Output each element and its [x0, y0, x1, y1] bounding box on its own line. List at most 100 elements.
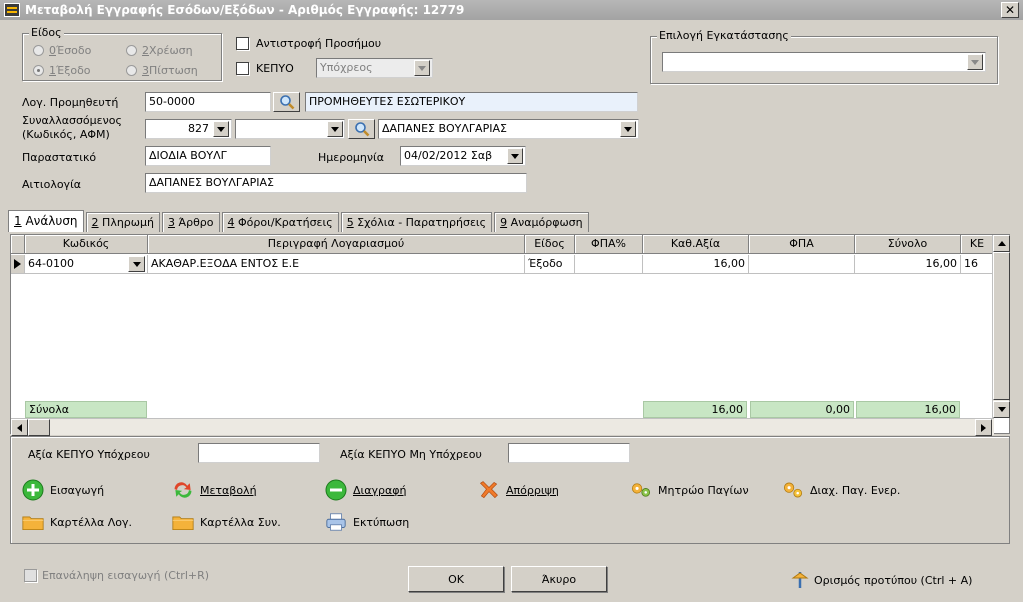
table-row-fpa[interactable]: [749, 255, 855, 274]
scroll-right-icon[interactable]: [975, 419, 992, 436]
parastatiko-label: Παραστατικό: [22, 151, 97, 164]
col-header-synolo[interactable]: Σύνολο: [855, 235, 961, 254]
account-ledger-button[interactable]: Καρτέλλα Λογ.: [22, 511, 132, 533]
vertical-scrollbar[interactable]: [992, 235, 1010, 418]
gears-icon: [782, 479, 804, 501]
tab-arthro[interactable]: 3 Άρθρο: [161, 212, 220, 232]
table-row-ke[interactable]: 16: [961, 255, 994, 274]
chevron-down-icon[interactable]: [507, 148, 523, 164]
log-prom-code-input[interactable]: 50-0000: [145, 92, 271, 112]
antistrofi-label: Αντιστροφή Προσήμου: [256, 37, 382, 50]
radio-esodo[interactable]: 0 Έσοδο: [33, 44, 91, 57]
col-header-eidos[interactable]: Είδος: [525, 235, 575, 254]
epilogi-select[interactable]: [662, 52, 986, 72]
lookup-button[interactable]: [348, 119, 375, 139]
window-title: Μεταβολή Εγγραφής Εσόδων/Εξόδων - Αριθμό…: [25, 3, 465, 17]
ok-button[interactable]: OK: [408, 566, 504, 592]
edit-button[interactable]: Μεταβολή: [172, 479, 257, 501]
scroll-thumb-h[interactable]: [28, 419, 50, 436]
kepyo-mi-ypoxreou-input[interactable]: [508, 443, 630, 463]
folder-icon: [22, 511, 44, 533]
synal-sublabel: (Κωδικός, ΑΦΜ): [22, 128, 110, 141]
log-prom-name: ΠΡΟΜΗΘΕΥΤΕΣ ΕΣΩΤΕΡΙΚΟΥ: [305, 92, 638, 112]
tab-anamorfosi[interactable]: 9 Αναμόρφωση: [494, 212, 589, 232]
radio-exodo[interactable]: 1 Έξοδο: [33, 64, 91, 77]
synal-label: Συναλλασσόμενος: [22, 114, 122, 127]
tab-strip: 1 Ανάλυση 2 Πληρωμή 3 Άρθρο 4 Φόροι/Κρατ…: [8, 210, 591, 232]
eidos-legend: Είδος: [29, 26, 64, 39]
row-indicator[interactable]: [11, 255, 25, 274]
chevron-down-icon[interactable]: [213, 121, 229, 137]
chevron-down-icon[interactable]: [327, 121, 343, 137]
printer-icon: [325, 511, 347, 533]
chevron-down-icon[interactable]: [620, 121, 636, 137]
totals-kath: 16,00: [643, 401, 747, 418]
table-row-synolo[interactable]: 16,00: [855, 255, 961, 274]
parastatiko-input[interactable]: ΔΙΟΔΙΑ ΒΟΥΛΓ: [145, 146, 271, 166]
antistrofi-checkbox[interactable]: [236, 37, 249, 50]
chevron-down-icon[interactable]: [967, 54, 983, 70]
kepyo-mi-ypoxreou-label: Αξία ΚΕΠΥΟ Μη Υπόχρεου: [340, 448, 482, 461]
cancel-button[interactable]: Άκυρο: [511, 566, 607, 592]
col-header-kath[interactable]: Καθ.Αξία: [643, 235, 749, 254]
aitiologia-label: Αιτιολογία: [22, 178, 82, 191]
tab-analysi[interactable]: 1 Ανάλυση: [8, 210, 84, 232]
table-row-desc[interactable]: ΑΚΑΘΑΡ.ΕΞΟΔΑ ΕΝΤΟΣ Ε.Ε: [148, 255, 525, 274]
col-header-fpa[interactable]: ΦΠΑ: [749, 235, 855, 254]
pin-icon: [790, 570, 810, 590]
radio-dot: [126, 45, 137, 56]
lookup-button[interactable]: [273, 92, 300, 112]
delete-button[interactable]: Διαγραφή: [325, 479, 406, 501]
table-row-kath[interactable]: 16,00: [643, 255, 749, 274]
kepyo-ypoxreou-input[interactable]: [198, 443, 320, 463]
minus-circle-icon: [325, 479, 347, 501]
radio-xreosi[interactable]: 2 Χρέωση: [126, 44, 193, 57]
horizontal-scrollbar[interactable]: [11, 418, 994, 436]
tab-pliromi[interactable]: 2 Πληρωμή: [85, 212, 160, 232]
x-mark-icon: [478, 479, 500, 501]
set-template-button[interactable]: Ορισμός προτύπου (Ctrl + A): [790, 570, 972, 590]
table-row-eidos[interactable]: Έξοδο: [525, 255, 575, 274]
repeat-insert-checkbox[interactable]: [24, 569, 37, 582]
chevron-down-icon[interactable]: [128, 256, 145, 272]
gears-icon: [630, 479, 652, 501]
analysis-grid: Κωδικός Περιγραφή Λογαριασμού Είδος ΦΠΑ%…: [10, 234, 1010, 436]
asset-registry-button[interactable]: Μητρώο Παγίων: [630, 479, 749, 501]
repeat-insert-label: Επανάληψη εισαγωγή (Ctrl+R): [42, 569, 210, 582]
scroll-left-icon[interactable]: [11, 419, 28, 436]
scroll-thumb[interactable]: [993, 252, 1010, 400]
col-header-ke[interactable]: ΚΕ: [961, 235, 994, 254]
totals-label: Σύνολα: [25, 401, 147, 418]
aitiologia-input[interactable]: ΔΑΠΑΝΕΣ ΒΟΥΛΓΑΡΙΑΣ: [145, 173, 527, 193]
kepyo-ypoxreou-label: Αξία ΚΕΠΥΟ Υπόχρεου: [28, 448, 150, 461]
tab-sxolia[interactable]: 5 Σχόλια - Παρατηρήσεις: [340, 212, 493, 232]
close-button[interactable]: ✕: [1001, 2, 1019, 18]
kepyo-checkbox[interactable]: [236, 62, 249, 75]
radio-pistosi[interactable]: 3 Πίστωση: [126, 64, 198, 77]
search-icon: [279, 95, 294, 110]
col-header-perigrafi[interactable]: Περιγραφή Λογαριασμού: [148, 235, 525, 254]
search-icon: [354, 122, 369, 137]
folder-icon: [172, 511, 194, 533]
partner-ledger-button[interactable]: Καρτέλλα Συν.: [172, 511, 281, 533]
reject-button[interactable]: Απόρριψη: [478, 479, 559, 501]
asset-management-button[interactable]: Διαχ. Παγ. Ενερ.: [782, 479, 900, 501]
col-header-fpa-pct[interactable]: ΦΠΑ%: [575, 235, 643, 254]
tab-foroi[interactable]: 4 Φόροι/Κρατήσεις: [221, 212, 339, 232]
print-button[interactable]: Εκτύπωση: [325, 511, 409, 533]
col-header-kodikos[interactable]: Κωδικός: [25, 235, 148, 254]
close-icon: ✕: [1004, 3, 1016, 17]
app-icon: [4, 3, 20, 17]
synal-name-select[interactable]: ΔΑΠΑΝΕΣ ΒΟΥΛΓΑΡΙΑΣ: [378, 119, 639, 139]
table-row-fpa-pct[interactable]: [575, 255, 643, 274]
chevron-down-icon[interactable]: [414, 60, 430, 76]
totals-synolo: 16,00: [856, 401, 960, 418]
scroll-up-icon[interactable]: [993, 235, 1010, 252]
refresh-arrows-icon: [172, 479, 194, 501]
row-indicator-header: [11, 235, 25, 254]
add-button[interactable]: Εισαγωγή: [22, 479, 104, 501]
scroll-down-icon[interactable]: [993, 401, 1010, 418]
kepyo-label: ΚΕΠΥΟ: [256, 62, 294, 75]
row-pointer-icon: [14, 259, 21, 269]
radio-dot: [126, 65, 137, 76]
